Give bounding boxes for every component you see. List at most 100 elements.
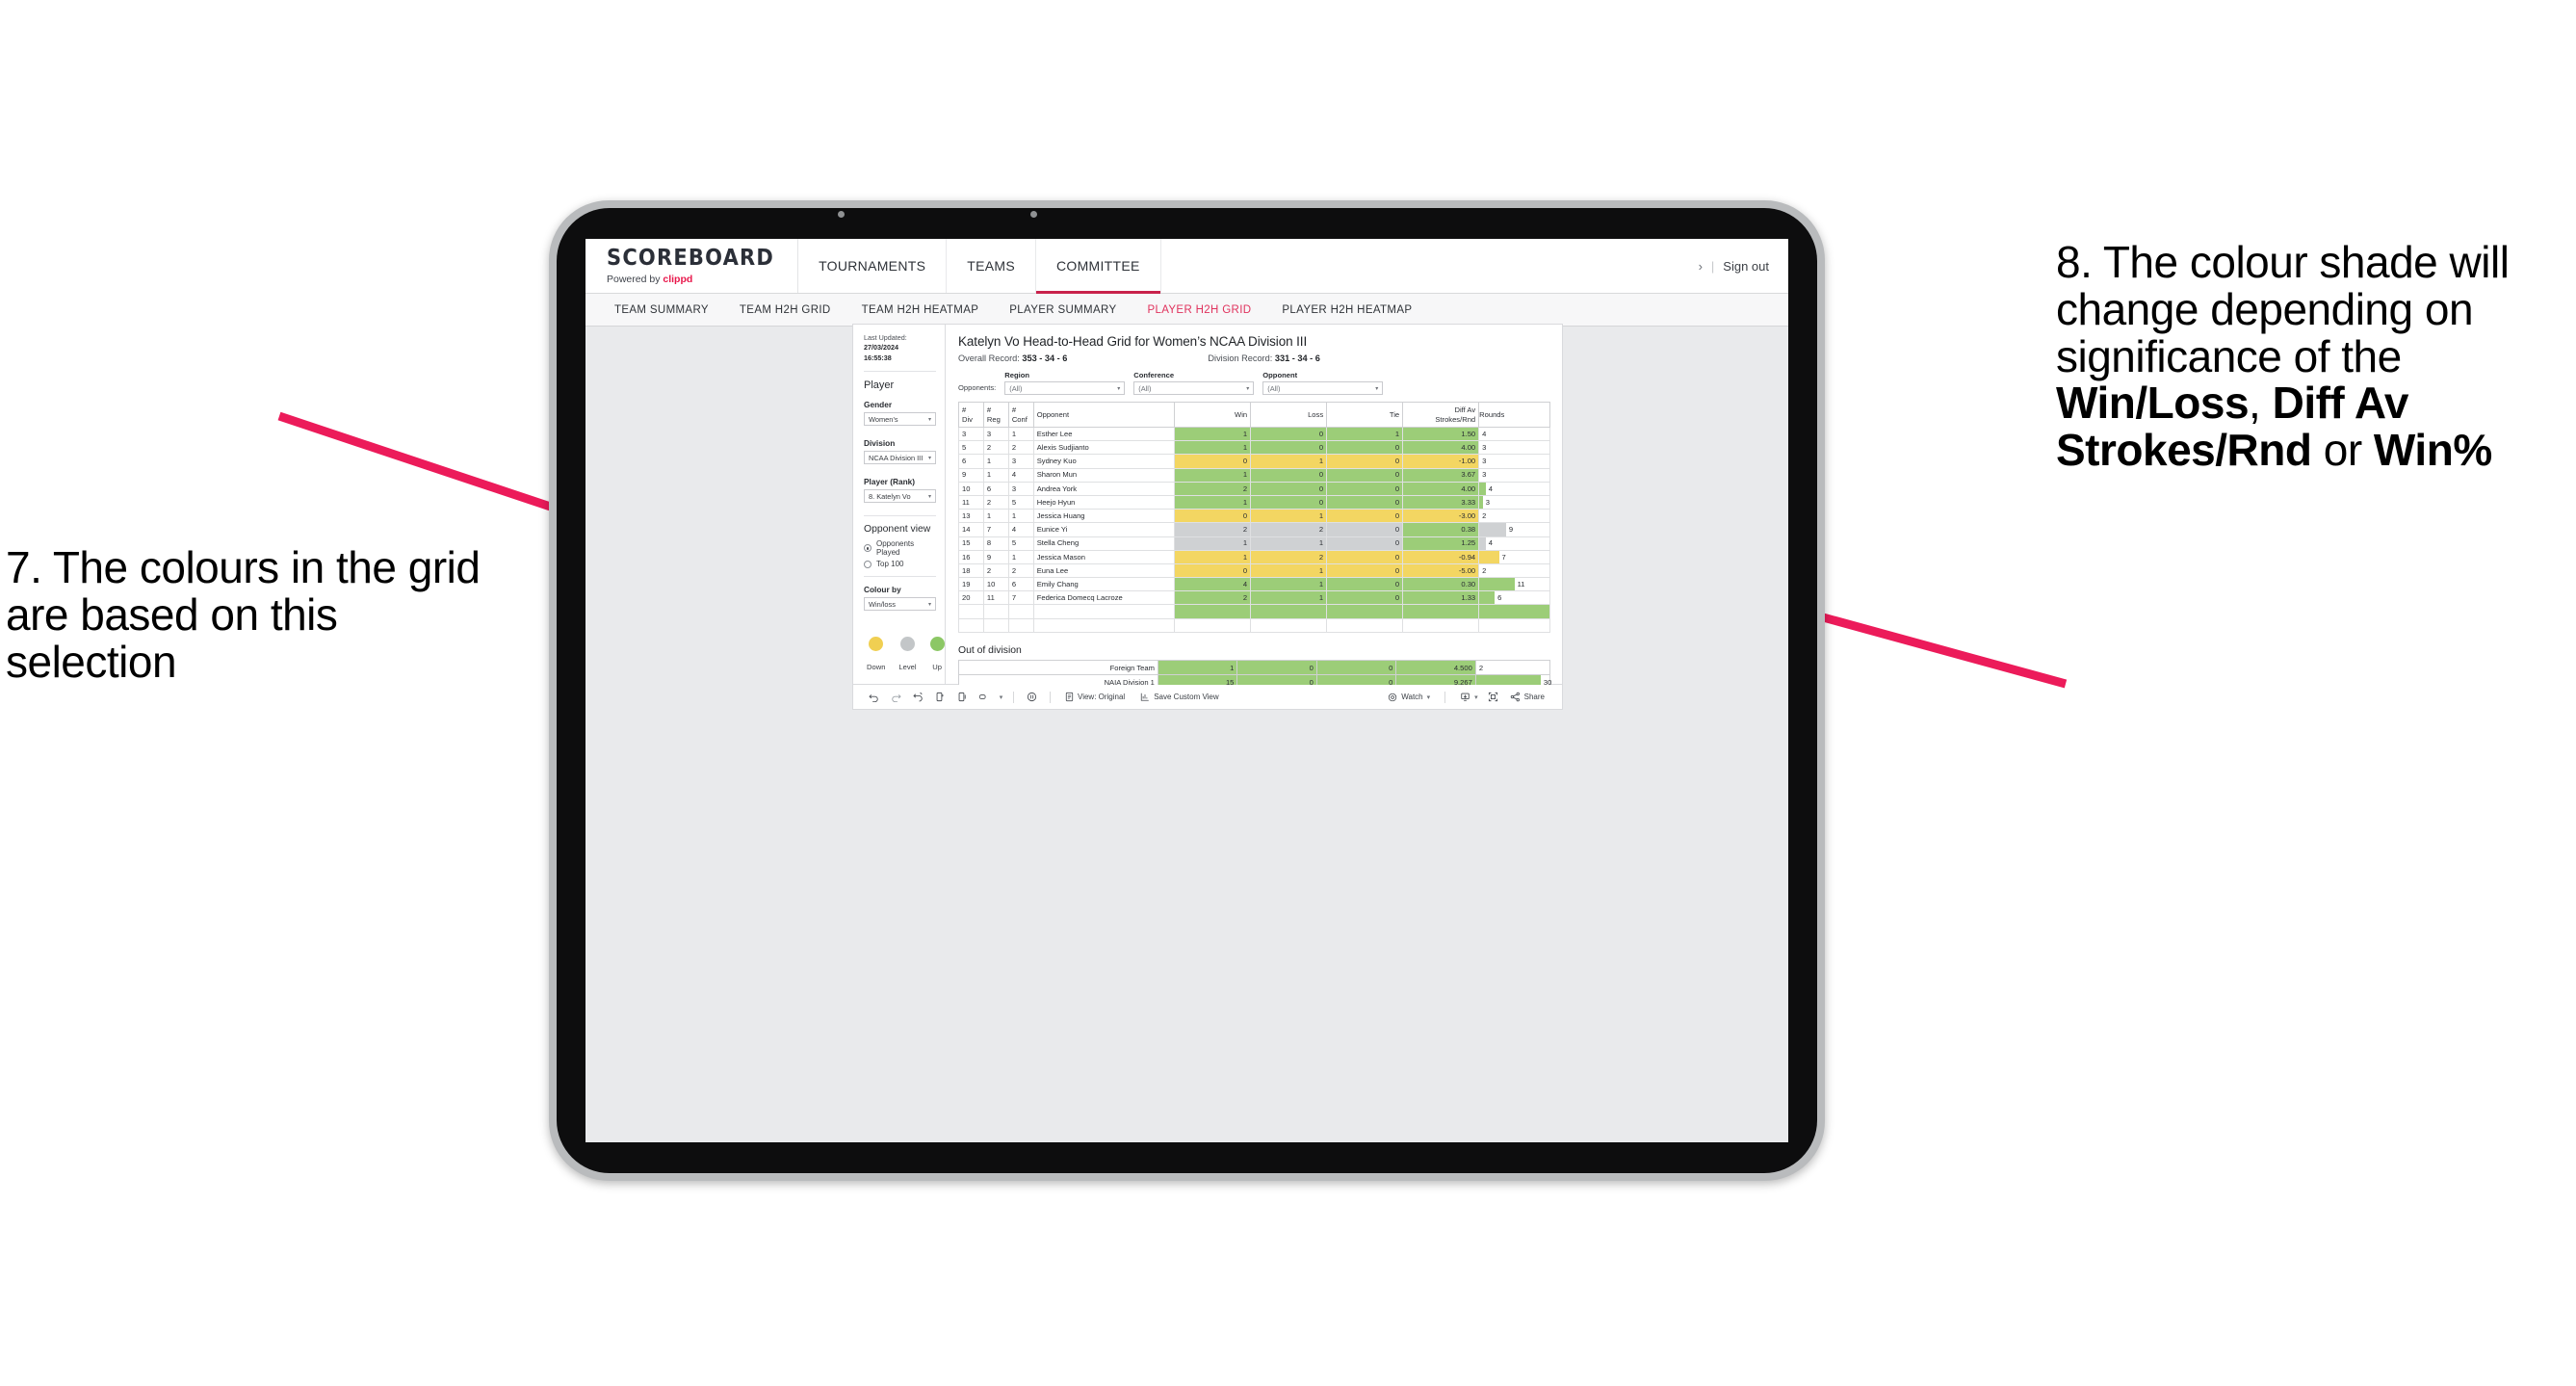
cell-conf: 3 — [1007, 454, 1034, 469]
cell-conf: 5 — [1007, 536, 1034, 551]
table-row[interactable]: 6 1 3 Sydney Kuo 0 1 0 -1.00 3 — [958, 454, 1550, 469]
cell-clipped — [982, 604, 1009, 619]
table-row[interactable]: 18 2 2 Euna Lee 0 1 0 -5.00 2 — [958, 562, 1550, 579]
fullscreen-icon[interactable] — [1482, 692, 1504, 702]
out-of-division-row[interactable]: Foreign Team 1 0 0 4.500 2 — [958, 659, 1551, 676]
table-row[interactable]: 9 1 4 Sharon Mun 1 0 0 3.67 3 — [958, 467, 1550, 483]
table-row[interactable]: 16 9 1 Jessica Mason 1 2 0 -0.94 7 — [958, 549, 1550, 564]
radio-button-icon — [864, 544, 872, 553]
table-row[interactable]: 3 3 1 Esther Lee 1 0 1 1.50 4 — [958, 426, 1550, 442]
cell-clipped — [1402, 604, 1480, 619]
cell-opponent: Sydney Kuo — [1032, 454, 1176, 469]
division-record-value: 331 - 34 - 6 — [1274, 353, 1320, 363]
cell-reg: 10 — [982, 577, 1009, 592]
table-row[interactable]: 10 6 3 Andrea York 2 0 0 4.00 4 — [958, 481, 1550, 496]
radio-button-icon — [864, 560, 872, 568]
sign-out-link[interactable]: Sign out — [1723, 259, 1769, 274]
cell-div: 9 — [958, 467, 984, 483]
filter-region-select[interactable]: (All) ▾ — [1004, 381, 1126, 395]
table-row[interactable]: 19 10 6 Emily Chang 4 1 0 0.30 11 — [958, 577, 1550, 592]
cell-win: 2 — [1174, 522, 1252, 537]
player-rank-select[interactable]: 8. Katelyn Vo ▾ — [864, 489, 936, 504]
pause-auto-update-icon[interactable] — [1021, 685, 1043, 709]
subnav-team-summary[interactable]: TEAM SUMMARY — [599, 304, 724, 316]
legend-dot-down — [869, 637, 884, 652]
cell-empty — [1032, 617, 1176, 633]
share-button[interactable]: Share — [1504, 692, 1552, 702]
subnav-team-h2h-grid[interactable]: TEAM H2H GRID — [724, 304, 846, 316]
cell-rounds: 9 — [1478, 522, 1550, 537]
annotation-step-8: 8. The colour shade will change dependin… — [2056, 239, 2576, 474]
grid-body: 3 3 1 Esther Lee 1 0 1 1.50 4 5 2 2 Alexis Sudjianto… — [958, 426, 1550, 633]
filters-sidebar: Last Updated: 27/03/2024 16:55:38 Player… — [853, 325, 946, 684]
table-row[interactable]: 11 2 5 Heejo Hyun 1 0 0 3.33 3 — [958, 494, 1550, 510]
filter-opponent-caption: Opponent — [1262, 371, 1298, 379]
radio-top-100[interactable]: Top 100 — [864, 560, 936, 568]
subnav-player-h2h-grid[interactable]: PLAYER H2H GRID — [1132, 304, 1266, 316]
grid-col-header-reg: # Reg — [982, 402, 1009, 428]
nav-item-teams[interactable]: TEAMS — [947, 239, 1036, 293]
subnav-team-h2h-heatmap[interactable]: TEAM H2H HEATMAP — [846, 304, 995, 316]
cell-diff: 4.500 — [1395, 659, 1476, 676]
grid-col-header-diff-av-strokes-rnd: Diff Av Strokes/Rnd — [1402, 402, 1480, 428]
download-button[interactable]: ▾ — [1452, 692, 1482, 702]
cell-reg: 8 — [982, 536, 1009, 551]
refresh-icon[interactable] — [929, 685, 951, 709]
cell-div: 6 — [958, 454, 984, 469]
cell-loss: 0 — [1250, 481, 1328, 496]
cell-conf: 5 — [1007, 494, 1034, 510]
colour-by-select[interactable]: Win/loss ▾ — [864, 597, 936, 612]
cell-opponent: Federica Domecq Lacroze — [1032, 590, 1176, 606]
watch-button[interactable]: Watch ▾ — [1380, 693, 1438, 702]
cell-empty — [1250, 617, 1328, 633]
subnav-player-summary[interactable]: PLAYER SUMMARY — [994, 304, 1132, 316]
pause-icon[interactable] — [951, 685, 974, 709]
sidebar-heading-player: Player — [864, 379, 895, 392]
cell-diff: 1.33 — [1402, 590, 1480, 606]
viz-main: Katelyn Vo Head-to-Head Grid for Women’s… — [946, 325, 1562, 706]
radio-opponents-played[interactable]: Opponents Played — [864, 539, 936, 557]
device-preview-icon[interactable] — [974, 685, 996, 709]
cell-empty — [1174, 617, 1252, 633]
gender-select[interactable]: Women’s ▾ — [864, 412, 936, 427]
cell-conf: 1 — [1007, 426, 1034, 442]
grid-col-header-div: # Div — [958, 402, 984, 428]
cell-tie: 0 — [1326, 467, 1404, 483]
last-updated-time: 16:55:38 — [864, 353, 892, 362]
last-updated-date: 27/03/2024 — [864, 343, 898, 353]
cell-div: 3 — [958, 426, 984, 442]
save-custom-view-button[interactable]: Save Custom View — [1132, 692, 1226, 702]
cell-rounds: 2 — [1474, 659, 1551, 676]
table-row[interactable]: 13 1 1 Jessica Huang 0 1 0 -3.00 2 — [958, 509, 1550, 524]
radio-opponents-played-label: Opponents Played — [876, 539, 915, 558]
chevron-right-icon[interactable]: › — [1699, 259, 1703, 274]
nav-item-tournaments[interactable]: TOURNAMENTS — [798, 239, 948, 293]
subnav-player-h2h-heatmap[interactable]: PLAYER H2H HEATMAP — [1266, 304, 1427, 316]
division-select[interactable]: NCAA Division III ▾ — [864, 451, 936, 465]
player-rank-select-value: 8. Katelyn Vo — [869, 491, 911, 501]
cell-diff: 3.67 — [1402, 467, 1480, 483]
cell-clipped — [1007, 604, 1034, 619]
undo-icon[interactable] — [863, 685, 885, 709]
toolbar-divider-1 — [1013, 691, 1014, 703]
filter-conference-select[interactable]: (All) ▾ — [1133, 381, 1255, 395]
table-row[interactable]: 20 11 7 Federica Domecq Lacroze 2 1 0 1.33 6 — [958, 590, 1550, 606]
table-row[interactable]: 5 2 2 Alexis Sudjianto 1 0 0 4.00 3 — [958, 440, 1550, 456]
cell-div: 18 — [958, 562, 984, 579]
cell-div: 5 — [958, 440, 984, 456]
cell-conf: 1 — [1007, 549, 1034, 564]
table-row[interactable]: 14 7 4 Eunice Yi 2 2 0 0.38 9 — [958, 522, 1550, 537]
chevron-down-icon[interactable]: ▾ — [996, 685, 1006, 709]
toolbar-right-cluster: Watch ▾ ▾ Share — [1380, 691, 1562, 703]
table-row[interactable]: 15 8 5 Stella Cheng 1 1 0 1.25 4 — [958, 536, 1550, 551]
redo-icon[interactable] — [885, 685, 907, 709]
cell-opponent: Jessica Mason — [1032, 549, 1176, 564]
overall-record: Overall Record: 353 - 34 - 6 — [958, 353, 1067, 363]
filter-region-value: (All) — [1009, 383, 1023, 393]
filter-opponent-select[interactable]: (All) ▾ — [1262, 381, 1384, 395]
revert-icon[interactable] — [907, 685, 929, 709]
filter-opponent-value: (All) — [1267, 383, 1281, 393]
brand-logo[interactable]: SCOREBOARD Powered by clippd — [585, 239, 799, 293]
nav-item-committee[interactable]: COMMITTEE — [1035, 239, 1161, 294]
view-original-button[interactable]: View: Original — [1057, 692, 1132, 702]
